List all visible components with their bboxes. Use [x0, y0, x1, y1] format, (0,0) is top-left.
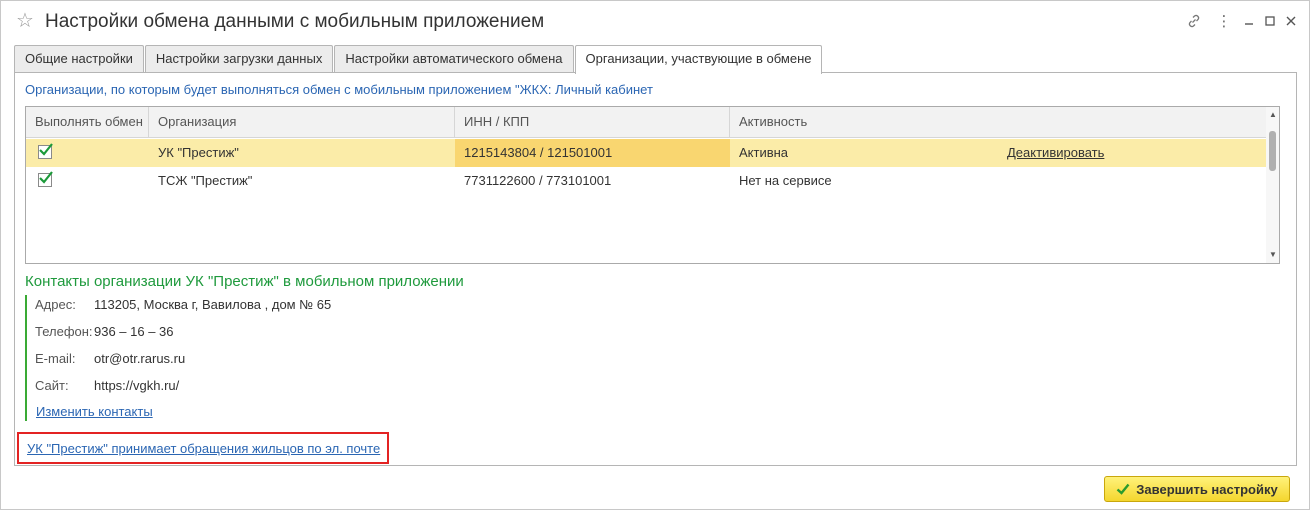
- title-bar: ☆ Настройки обмена данными с мобильным п…: [1, 1, 1309, 43]
- close-icon[interactable]: [1281, 11, 1301, 31]
- cell-inn-kpp: 7731122600 / 773101001: [464, 173, 612, 188]
- email-label: E-mail:: [35, 351, 76, 366]
- scroll-up-icon[interactable]: ▲: [1269, 110, 1277, 119]
- site-value: https://vgkh.ru/: [94, 378, 180, 393]
- change-contacts-link[interactable]: Изменить контакты: [36, 404, 153, 419]
- window-title: Настройки обмена данными с мобильным при…: [45, 11, 545, 32]
- exchange-checkbox[interactable]: [38, 171, 53, 187]
- maximize-icon[interactable]: [1260, 11, 1280, 31]
- email-requests-callout: УК "Престиж" принимает обращения жильцов…: [17, 432, 389, 464]
- address-label: Адрес:: [35, 297, 76, 312]
- organizations-table: Выполнять обмен Организация ИНН / КПП Ак…: [25, 106, 1280, 264]
- finish-setup-button[interactable]: Завершить настройку: [1104, 476, 1290, 502]
- cell-activity: Активна: [739, 145, 789, 160]
- exchange-checkbox[interactable]: [38, 143, 53, 159]
- column-organization[interactable]: Организация: [149, 107, 455, 138]
- cell-activity: Нет на сервисе: [739, 173, 832, 188]
- tab-organizations[interactable]: Организации, участвующие в обмене: [574, 45, 823, 74]
- checkmark-icon: [39, 171, 53, 184]
- favorite-star-icon[interactable]: ☆: [16, 10, 34, 32]
- tab-strip: Общие настройки Настройки загрузки данны…: [14, 45, 823, 74]
- contacts-group-bar: [25, 295, 27, 421]
- contacts-title: Контакты организации УК "Престиж" в моби…: [25, 273, 464, 290]
- site-label: Сайт:: [35, 378, 69, 393]
- tab-auto-exchange[interactable]: Настройки автоматического обмена: [334, 45, 574, 73]
- email-requests-link[interactable]: УК "Престиж" принимает обращения жильцов…: [27, 441, 380, 456]
- checkmark-icon: [1116, 483, 1130, 495]
- column-inn-kpp[interactable]: ИНН / КПП: [455, 107, 730, 138]
- checkmark-icon: [39, 143, 53, 156]
- table-row[interactable]: УК "Престиж" 1215143804 / 121501001 Акти…: [26, 139, 1266, 167]
- address-value: 113205, Москва г, Вавилова , дом № 65: [94, 297, 332, 312]
- cell-inn-kpp: 1215143804 / 121501001: [455, 139, 730, 167]
- tab-general[interactable]: Общие настройки: [14, 45, 144, 73]
- table-row[interactable]: ТСЖ "Престиж" 7731122600 / 773101001 Нет…: [26, 167, 1266, 195]
- table-scrollbar[interactable]: ▲ ▼: [1266, 107, 1279, 263]
- deactivate-link[interactable]: Деактивировать: [998, 139, 1198, 167]
- phone-label: Телефон:: [35, 324, 93, 339]
- phone-value: 936 – 16 – 36: [94, 324, 174, 339]
- more-menu-icon[interactable]: ⋮: [1214, 11, 1234, 31]
- column-activity[interactable]: Активность: [730, 107, 1266, 138]
- finish-setup-label: Завершить настройку: [1136, 481, 1278, 497]
- cell-organization: УК "Престиж": [158, 145, 239, 160]
- email-value: otr@otr.rarus.ru: [94, 351, 186, 366]
- scroll-down-icon[interactable]: ▼: [1269, 250, 1277, 259]
- settings-window: ☆ Настройки обмена данными с мобильным п…: [0, 0, 1310, 510]
- deactivate-link-label[interactable]: Деактивировать: [1007, 145, 1104, 160]
- scroll-thumb[interactable]: [1269, 131, 1276, 171]
- cell-organization: ТСЖ "Престиж": [158, 173, 253, 188]
- column-exchange[interactable]: Выполнять обмен: [26, 107, 149, 138]
- link-icon[interactable]: [1184, 11, 1204, 31]
- minimize-icon[interactable]: [1239, 11, 1259, 31]
- table-header: Выполнять обмен Организация ИНН / КПП Ак…: [26, 107, 1266, 138]
- tab-data-loading[interactable]: Настройки загрузки данных: [144, 45, 334, 73]
- organizations-caption: Организации, по которым будет выполнятьс…: [25, 82, 653, 97]
